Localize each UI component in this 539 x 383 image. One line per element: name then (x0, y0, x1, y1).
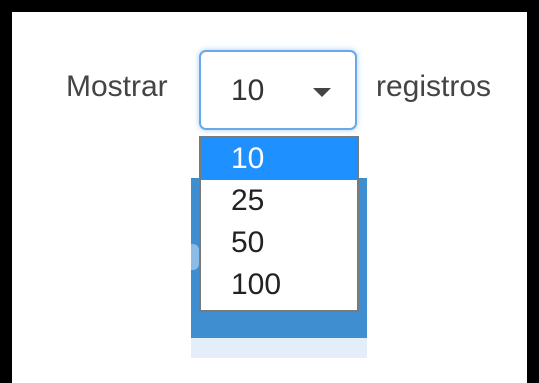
option-50[interactable]: 50 (201, 222, 357, 264)
records-label: registros (376, 70, 492, 103)
option-100[interactable]: 100 (201, 264, 357, 306)
page-length-select[interactable]: 10 (199, 50, 357, 130)
option-25[interactable]: 25 (201, 180, 357, 222)
page-length-options-list: 10 25 50 100 (199, 136, 359, 312)
page-length-current-value: 10 (231, 74, 265, 107)
caret-down-icon (313, 88, 331, 97)
show-label: Mostrar (66, 70, 168, 103)
underlying-partial-glyph (191, 244, 199, 270)
option-10[interactable]: 10 (201, 138, 357, 180)
underlying-button-shadow (191, 338, 367, 358)
